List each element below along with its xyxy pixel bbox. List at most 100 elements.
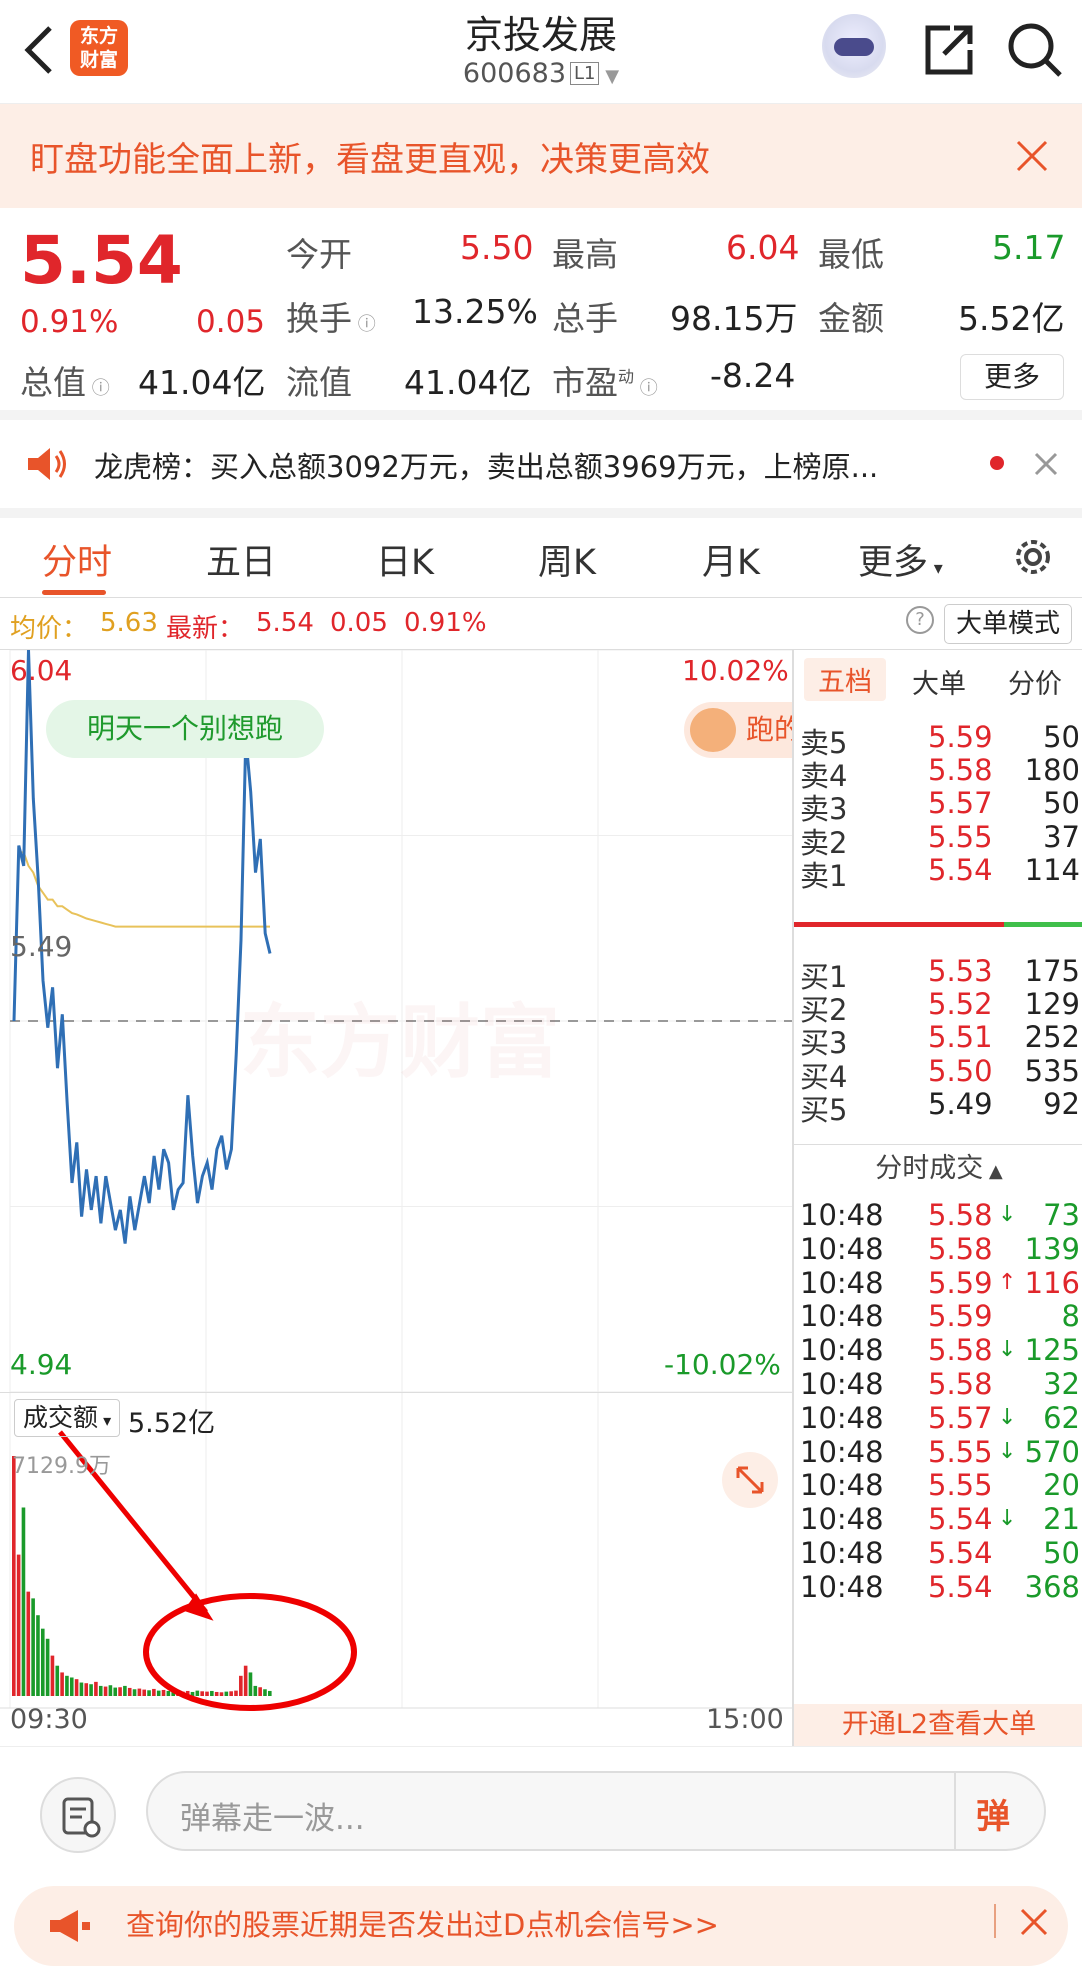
volume-bar	[21, 1507, 26, 1696]
big-order-mode-button[interactable]: 大单模式	[944, 604, 1072, 644]
volume-bar	[45, 1638, 50, 1696]
low-value: 5.17	[992, 228, 1066, 267]
danmaku-bar: 弹幕走一波... 弹	[0, 1746, 1082, 1866]
volume-bar	[79, 1682, 84, 1696]
volume-bar	[40, 1628, 45, 1696]
top-bar: 东方 财富 京投发展 600683 L1 ▼	[0, 0, 1082, 104]
volume-bar	[248, 1672, 253, 1696]
order-book-panel: 五档 大单 分价 卖5 5.59 50 卖4 5.58 180 卖3 5.57 50 卖2 5.55…	[792, 650, 1082, 1746]
dragon-tiger-bar[interactable]: 龙虎榜：买入总额3092万元，卖出总额3969万元，上榜原...	[0, 410, 1082, 518]
tab-daily-k[interactable]: 日K	[376, 534, 434, 585]
close-icon[interactable]	[1016, 140, 1048, 176]
close-icon[interactable]	[1020, 1908, 1048, 1940]
tab-big-orders[interactable]: 大单	[912, 662, 966, 701]
notes-icon[interactable]	[40, 1777, 116, 1853]
volume-bar	[239, 1675, 243, 1696]
volume-bar	[127, 1687, 132, 1696]
volume-bar	[31, 1598, 35, 1696]
order-book-row: 买5 5.49 92	[800, 1086, 1080, 1127]
volume-max-label: 7129.9万	[12, 1454, 111, 1479]
volume-bar	[210, 1690, 214, 1696]
volume-bar	[132, 1689, 137, 1696]
volume-header: 成交额 ▾ 5.52亿	[0, 1392, 792, 1444]
danmaku-input[interactable]: 弹幕走一波... 弹	[146, 1771, 1046, 1851]
volume-bar	[147, 1690, 151, 1696]
quote-panel: 5.54 0.91% 0.05 今开 5.50 最高 6.04 最低 5.17 …	[20, 222, 1066, 402]
volume-value: 98.15万	[670, 299, 798, 338]
volume-bar	[229, 1691, 233, 1696]
volume-bar	[84, 1683, 89, 1696]
megaphone-icon	[48, 1908, 92, 1948]
help-icon[interactable]: ?	[906, 606, 934, 634]
chart-bot-price: 4.94	[10, 1348, 73, 1381]
watermark: 东方财富	[240, 996, 560, 1089]
volume-bar	[234, 1690, 238, 1696]
volume-bar	[69, 1677, 74, 1696]
chart-mid-price: 5.49	[10, 930, 73, 963]
mascot-tip[interactable]: 跑的	[684, 702, 792, 758]
high-value: 6.04	[726, 228, 800, 267]
time-end: 15:00	[706, 1704, 784, 1735]
level-badge: L1	[570, 62, 600, 85]
l2-upgrade-banner[interactable]: 开通L2查看大单	[794, 1704, 1082, 1746]
avg-price: 5.63	[100, 608, 158, 638]
volume-bar	[219, 1692, 224, 1696]
volume-bar	[258, 1687, 262, 1696]
intraday-chart[interactable]: 东方财富 6.04 10.02% 5.49 4.94 -10.02% 明天一个别…	[0, 650, 792, 1746]
period-tabs: 分时 五日 日K 周K 月K 更多 ▾	[0, 518, 1082, 598]
volume-bar	[142, 1689, 147, 1696]
unread-dot	[990, 456, 1004, 470]
tab-weekly-k[interactable]: 周K	[538, 534, 596, 585]
turnover-value: 13.25%	[412, 292, 538, 331]
volume-indicator-select[interactable]: 成交额 ▾	[14, 1399, 120, 1437]
volume-bar	[36, 1615, 40, 1696]
volume-bar	[166, 1690, 171, 1696]
tab-more[interactable]: 更多 ▾	[858, 534, 943, 585]
cow-mascot-icon	[690, 708, 736, 752]
share-icon[interactable]	[920, 22, 976, 82]
volume-bar	[98, 1685, 103, 1696]
bid-ratio-bar	[1004, 922, 1082, 927]
float-cap-value: 41.04亿	[404, 363, 532, 402]
volume-bar	[214, 1691, 219, 1696]
market-cap-value: 41.04亿	[138, 363, 266, 402]
pe-value: -8.24	[710, 356, 796, 395]
volume-bar	[113, 1687, 118, 1696]
chart-canvas	[0, 650, 792, 1711]
volume-bar	[205, 1691, 209, 1696]
chart-top-price: 6.04	[10, 654, 73, 687]
send-danmaku-button[interactable]: 弹	[976, 1789, 1010, 1838]
price-summary-row: 均价： 5.63 最新： 5.54 0.05 0.91% ? 大单模式	[0, 598, 1082, 650]
open-value: 5.50	[460, 228, 534, 267]
comment-bubble[interactable]: 明天一个别想跑	[46, 700, 324, 758]
ask-ratio-bar	[794, 922, 1004, 927]
feature-notice[interactable]: 盯盘功能全面上新，看盘更直观，决策更高效	[0, 104, 1082, 208]
volume-bar	[74, 1679, 79, 1696]
chart-bot-pct: -10.02%	[664, 1348, 781, 1381]
tab-intraday[interactable]: 分时	[42, 534, 112, 585]
tab-5day[interactable]: 五日	[206, 534, 276, 585]
volume-bar	[55, 1665, 60, 1696]
volume-bar	[200, 1691, 204, 1696]
volume-bar	[224, 1691, 229, 1696]
more-button[interactable]: 更多	[960, 354, 1064, 400]
volume-bar	[50, 1655, 55, 1696]
tab-price-volume[interactable]: 分价	[1008, 662, 1062, 701]
trades-title[interactable]: 分时成交 ▲	[794, 1146, 1082, 1185]
expand-icon[interactable]	[722, 1452, 778, 1508]
tab-monthly-k[interactable]: 月K	[702, 534, 760, 585]
search-icon[interactable]	[1005, 20, 1065, 84]
promo-banner[interactable]: 查询你的股票近期是否发出过D点机会信号>>	[14, 1886, 1068, 1966]
trade-row: 10:48 5.54 368	[800, 1569, 1080, 1604]
volume-bar	[118, 1687, 122, 1696]
time-start: 09:30	[10, 1704, 88, 1735]
gear-icon[interactable]	[1010, 534, 1056, 584]
close-icon[interactable]	[1034, 452, 1058, 480]
volume-bar	[60, 1672, 64, 1696]
amount-value: 5.52亿	[958, 299, 1065, 338]
volume-bar	[195, 1690, 200, 1696]
last-price: 5.54	[20, 222, 183, 299]
assistant-robot-icon[interactable]	[822, 14, 886, 78]
tab-level5[interactable]: 五档	[804, 658, 886, 701]
volume-bar	[108, 1685, 113, 1696]
